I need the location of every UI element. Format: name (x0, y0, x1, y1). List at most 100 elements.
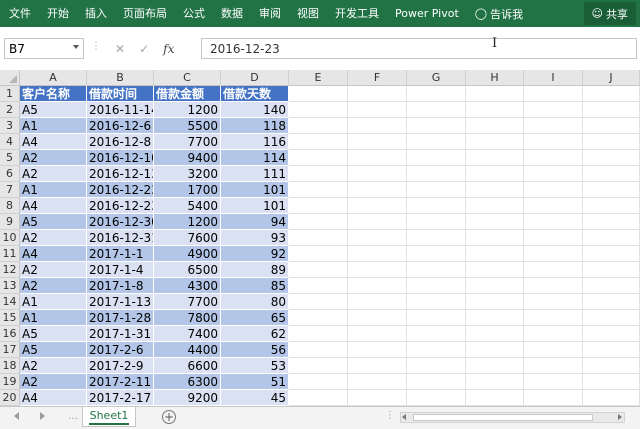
table-cell[interactable]: 2017-1-28 (87, 310, 154, 326)
table-cell[interactable]: 2017-2-9 (87, 358, 154, 374)
table-cell[interactable]: 4300 (154, 278, 221, 294)
chevron-down-icon[interactable] (73, 45, 79, 49)
table-cell[interactable]: 7700 (154, 134, 221, 150)
table-cell[interactable]: 6500 (154, 262, 221, 278)
table-cell[interactable]: A1 (20, 310, 87, 326)
row-header[interactable]: 16 (0, 326, 20, 342)
row-header[interactable]: 6 (0, 166, 20, 182)
table-cell[interactable]: A2 (20, 150, 87, 166)
table-cell[interactable]: 2016-12-23 (87, 182, 154, 198)
table-cell[interactable]: 53 (221, 358, 289, 374)
row-header[interactable]: 18 (0, 358, 20, 374)
row-header[interactable]: 20 (0, 390, 20, 406)
table-cell[interactable]: 5400 (154, 198, 221, 214)
table-cell[interactable]: 2017-2-11 (87, 374, 154, 390)
table-cell[interactable]: 4900 (154, 246, 221, 262)
table-cell[interactable]: 7700 (154, 294, 221, 310)
row-header[interactable]: 13 (0, 278, 20, 294)
table-cell[interactable]: 2017-2-17 (87, 390, 154, 406)
column-header[interactable]: A (20, 70, 87, 86)
table-cell[interactable]: 6300 (154, 374, 221, 390)
ribbon-tab[interactable]: 视图 (289, 0, 327, 27)
table-cell[interactable]: 2017-1-31 (87, 326, 154, 342)
table-cell[interactable]: 56 (221, 342, 289, 358)
table-cell[interactable]: 94 (221, 214, 289, 230)
table-cell[interactable]: 101 (221, 182, 289, 198)
share-button[interactable]: ☺ 共享 (583, 2, 636, 25)
scroll-left-icon[interactable] (402, 414, 406, 420)
table-cell[interactable]: 2016-12-13 (87, 166, 154, 182)
horizontal-scrollbar[interactable] (400, 412, 625, 423)
table-cell[interactable]: A4 (20, 198, 87, 214)
formula-input[interactable]: 2016-12-23 (201, 38, 637, 59)
row-header[interactable]: 2 (0, 102, 20, 118)
more-sheets-icon[interactable]: … (68, 411, 78, 422)
table-cell[interactable]: 7800 (154, 310, 221, 326)
row-header[interactable]: 12 (0, 262, 20, 278)
column-header[interactable]: I (524, 70, 583, 86)
table-cell[interactable]: 7600 (154, 230, 221, 246)
table-cell[interactable]: A5 (20, 342, 87, 358)
table-cell[interactable]: 92 (221, 246, 289, 262)
column-header[interactable]: F (348, 70, 407, 86)
column-header[interactable]: D (221, 70, 289, 86)
cancel-icon[interactable]: ✕ (115, 42, 125, 56)
table-cell[interactable]: 65 (221, 310, 289, 326)
ribbon-tab[interactable]: Power Pivot (387, 0, 467, 27)
column-header[interactable]: B (87, 70, 154, 86)
table-cell[interactable]: 111 (221, 166, 289, 182)
prev-sheet-icon[interactable] (14, 412, 19, 420)
table-cell[interactable]: 116 (221, 134, 289, 150)
table-cell[interactable]: A2 (20, 278, 87, 294)
table-cell[interactable]: 6600 (154, 358, 221, 374)
table-cell[interactable]: 80 (221, 294, 289, 310)
table-cell[interactable]: 2016-12-8 (87, 134, 154, 150)
table-cell[interactable]: 2017-1-8 (87, 278, 154, 294)
table-cell[interactable]: A2 (20, 358, 87, 374)
table-cell[interactable]: 9200 (154, 390, 221, 406)
tab-scroll-splitter-icon[interactable]: ⋮ (385, 410, 395, 421)
column-header[interactable]: J (583, 70, 640, 86)
row-header[interactable]: 4 (0, 134, 20, 150)
table-cell[interactable]: 114 (221, 150, 289, 166)
ribbon-tab[interactable]: 公式 (175, 0, 213, 27)
table-cell[interactable]: 118 (221, 118, 289, 134)
scroll-right-icon[interactable] (618, 414, 622, 420)
table-cell[interactable]: A2 (20, 166, 87, 182)
table-cell[interactable]: 101 (221, 198, 289, 214)
table-cell[interactable]: 51 (221, 374, 289, 390)
enter-icon[interactable]: ✓ (139, 42, 149, 56)
table-cell[interactable]: 93 (221, 230, 289, 246)
table-cell[interactable]: A4 (20, 390, 87, 406)
column-header[interactable]: G (407, 70, 466, 86)
table-cell[interactable]: A2 (20, 262, 87, 278)
column-header[interactable]: E (289, 70, 348, 86)
table-cell[interactable]: 2016-11-14 (87, 102, 154, 118)
table-cell[interactable]: A5 (20, 102, 87, 118)
table-cell[interactable]: A2 (20, 374, 87, 390)
column-header[interactable]: C (154, 70, 221, 86)
table-cell[interactable]: 2016-12-23 (87, 198, 154, 214)
row-header[interactable]: 14 (0, 294, 20, 310)
add-sheet-icon[interactable]: + (162, 410, 176, 424)
table-cell[interactable]: 2017-1-4 (87, 262, 154, 278)
formula-bar-separator-icon[interactable]: ⋮ (91, 41, 101, 52)
table-cell[interactable]: 5500 (154, 118, 221, 134)
column-header[interactable]: H (466, 70, 524, 86)
table-cell[interactable]: 1200 (154, 214, 221, 230)
table-cell[interactable]: A4 (20, 246, 87, 262)
table-cell[interactable]: 2017-1-13 (87, 294, 154, 310)
ribbon-tab[interactable]: 审阅 (251, 0, 289, 27)
row-header[interactable]: 7 (0, 182, 20, 198)
table-cell[interactable]: 9400 (154, 150, 221, 166)
row-header[interactable]: 11 (0, 246, 20, 262)
table-cell[interactable]: A1 (20, 118, 87, 134)
table-cell[interactable]: 3200 (154, 166, 221, 182)
row-header[interactable]: 9 (0, 214, 20, 230)
tell-me-button[interactable]: ◯ 告诉我 (467, 0, 531, 27)
table-cell[interactable]: 1700 (154, 182, 221, 198)
table-header-cell[interactable]: 客户名称 (20, 86, 87, 102)
table-cell[interactable]: A5 (20, 326, 87, 342)
table-cell[interactable]: 2016-12-30 (87, 214, 154, 230)
table-cell[interactable]: A1 (20, 294, 87, 310)
